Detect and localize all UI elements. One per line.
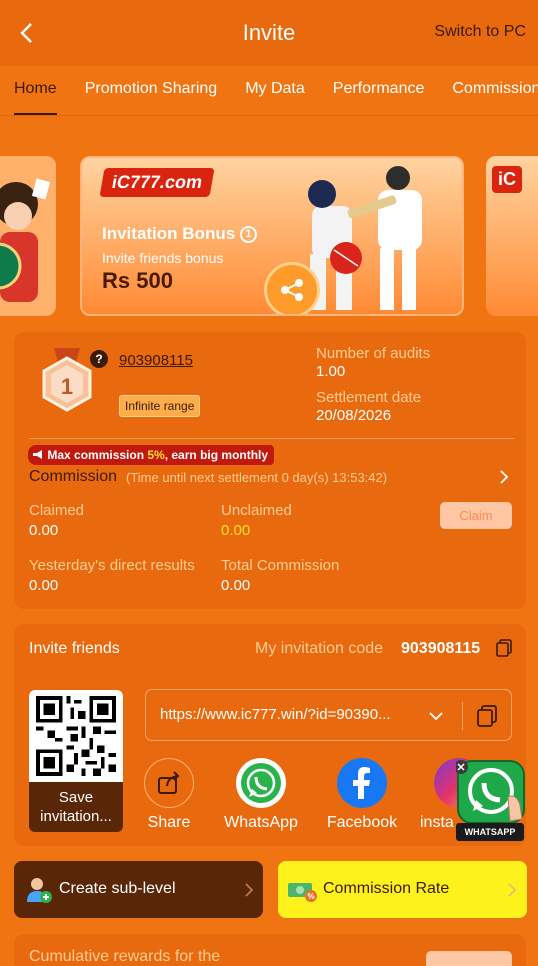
invitation-code-label: My invitation code	[255, 640, 384, 657]
unclaimed-value: 0.00	[221, 522, 251, 539]
audits-label: Number of audits	[316, 345, 431, 362]
total-commission-label: Total Commission	[221, 557, 340, 574]
facebook-label: Facebook	[326, 814, 398, 831]
invite-friends-card: Invite friends My invitation code 903908…	[14, 624, 526, 846]
cumulative-rewards-label: Cumulative rewards for the	[29, 948, 221, 965]
invitation-code: 903908115	[401, 640, 481, 657]
claimed-label: Claimed	[29, 502, 85, 519]
copy-link-icon[interactable]	[477, 705, 497, 727]
claim-button[interactable]: Claim	[440, 502, 512, 529]
commission-title: Commission	[29, 468, 118, 485]
megaphone-icon	[33, 450, 42, 459]
top-bar: Invite Switch to PC	[0, 0, 538, 66]
switch-to-pc-button[interactable]: Switch to PC	[434, 23, 526, 41]
back-arrow-icon[interactable]	[16, 21, 38, 45]
whatsapp-label: WhatsApp	[224, 814, 298, 831]
tab-performance[interactable]: Performance	[319, 66, 439, 115]
svg-text:%: %	[307, 892, 314, 901]
floating-whatsapp-button[interactable]: WHATSAPP	[454, 757, 528, 841]
level-number: 1	[61, 374, 73, 399]
commission-rate-button[interactable]: % Commission Rate	[278, 861, 527, 918]
total-commission-value: 0.00	[221, 577, 251, 594]
yesterday-label: Yesterday's direct results	[29, 557, 195, 574]
commission-card: 1 ? 903908115 Infinite range Number of a…	[14, 332, 526, 609]
banner-prev[interactable]	[0, 156, 56, 316]
help-icon[interactable]: ?	[90, 350, 108, 368]
max-commission-badge: Max commission 5%, earn big monthly	[28, 445, 275, 465]
tab-my-data[interactable]: My Data	[231, 66, 319, 115]
copy-code-icon[interactable]	[496, 639, 512, 657]
share-icon	[144, 758, 194, 808]
share-button[interactable]: Share	[144, 758, 194, 832]
settlement-value: 20/08/2026	[316, 407, 392, 424]
settlement-label: Settlement date	[316, 389, 422, 406]
yesterday-value: 0.00	[29, 577, 59, 594]
page-title: Invite	[242, 20, 296, 45]
qr-code-image	[29, 690, 123, 782]
banner-next[interactable]: iC	[486, 156, 538, 316]
chevron-right-icon	[508, 883, 517, 897]
tab-promotion-sharing[interactable]: Promotion Sharing	[71, 66, 232, 115]
tab-commission[interactable]: Commission	[438, 66, 538, 115]
settlement-countdown: (Time until next settlement 0 day(s) 13:…	[126, 470, 388, 485]
money-rate-icon: %	[288, 883, 317, 902]
chevron-down-icon[interactable]	[428, 710, 444, 722]
ic777-logo: iC777.com	[99, 168, 215, 197]
audits-value: 1.00	[316, 363, 346, 380]
share-network-icon	[281, 279, 303, 301]
whatsapp-share-button[interactable]: WhatsApp	[222, 758, 300, 832]
facebook-icon	[337, 758, 387, 808]
banner-invitation-bonus[interactable]: iC777.com Invitation Bonus 1 Invite frie…	[80, 156, 464, 316]
banner-title: Invitation Bonus 1	[102, 224, 257, 244]
invitation-link-field[interactable]: https://www.ic777.win/?id=90390...	[145, 689, 512, 741]
banner-amount: Rs 500	[102, 268, 173, 293]
cumulative-rewards-card: Cumulative rewards for the	[14, 934, 526, 966]
create-sub-level-label: Create sub-level	[59, 880, 176, 897]
tab-bar: Home Promotion Sharing My Data Performan…	[0, 66, 538, 116]
unclaimed-label: Unclaimed	[221, 502, 292, 519]
whatsapp-icon	[236, 758, 286, 808]
facebook-share-button[interactable]: Facebook	[325, 758, 399, 832]
user-id[interactable]: 903908115	[119, 352, 193, 369]
banner-carousel[interactable]: iC777.com Invitation Bonus 1 Invite frie…	[0, 148, 538, 320]
add-user-icon	[27, 878, 52, 903]
qr-code-card[interactable]: Save invitation...	[29, 690, 123, 832]
share-label: Share	[147, 814, 191, 831]
banner-share-button[interactable]	[264, 262, 320, 314]
create-sub-level-button[interactable]: Create sub-level	[14, 861, 263, 918]
chevron-right-icon	[245, 883, 254, 897]
invite-title: Invite friends	[29, 640, 120, 657]
chevron-right-icon[interactable]	[499, 469, 509, 485]
cumulative-rewards-button[interactable]	[426, 951, 512, 966]
range-badge: Infinite range	[119, 395, 201, 417]
casino-girl-illustration	[0, 156, 56, 316]
instagram-label: insta	[420, 814, 454, 831]
divider	[29, 438, 514, 439]
tab-home[interactable]: Home	[0, 66, 71, 115]
level-medal-icon: 1	[42, 348, 92, 412]
banner-next-logo: iC	[492, 166, 522, 193]
banner-subtitle: Invite friends bonus	[102, 250, 224, 266]
whatsapp-float-label: WHATSAPP	[464, 827, 516, 837]
qr-code-icon	[36, 696, 116, 776]
invitation-link: https://www.ic777.win/?id=90390...	[160, 706, 391, 723]
claimed-value: 0.00	[29, 522, 59, 539]
separator	[462, 702, 463, 730]
save-invitation-caption: Save invitation...	[40, 789, 112, 825]
commission-rate-label: Commission Rate	[323, 880, 450, 897]
banner-title-badge: 1	[239, 226, 257, 244]
